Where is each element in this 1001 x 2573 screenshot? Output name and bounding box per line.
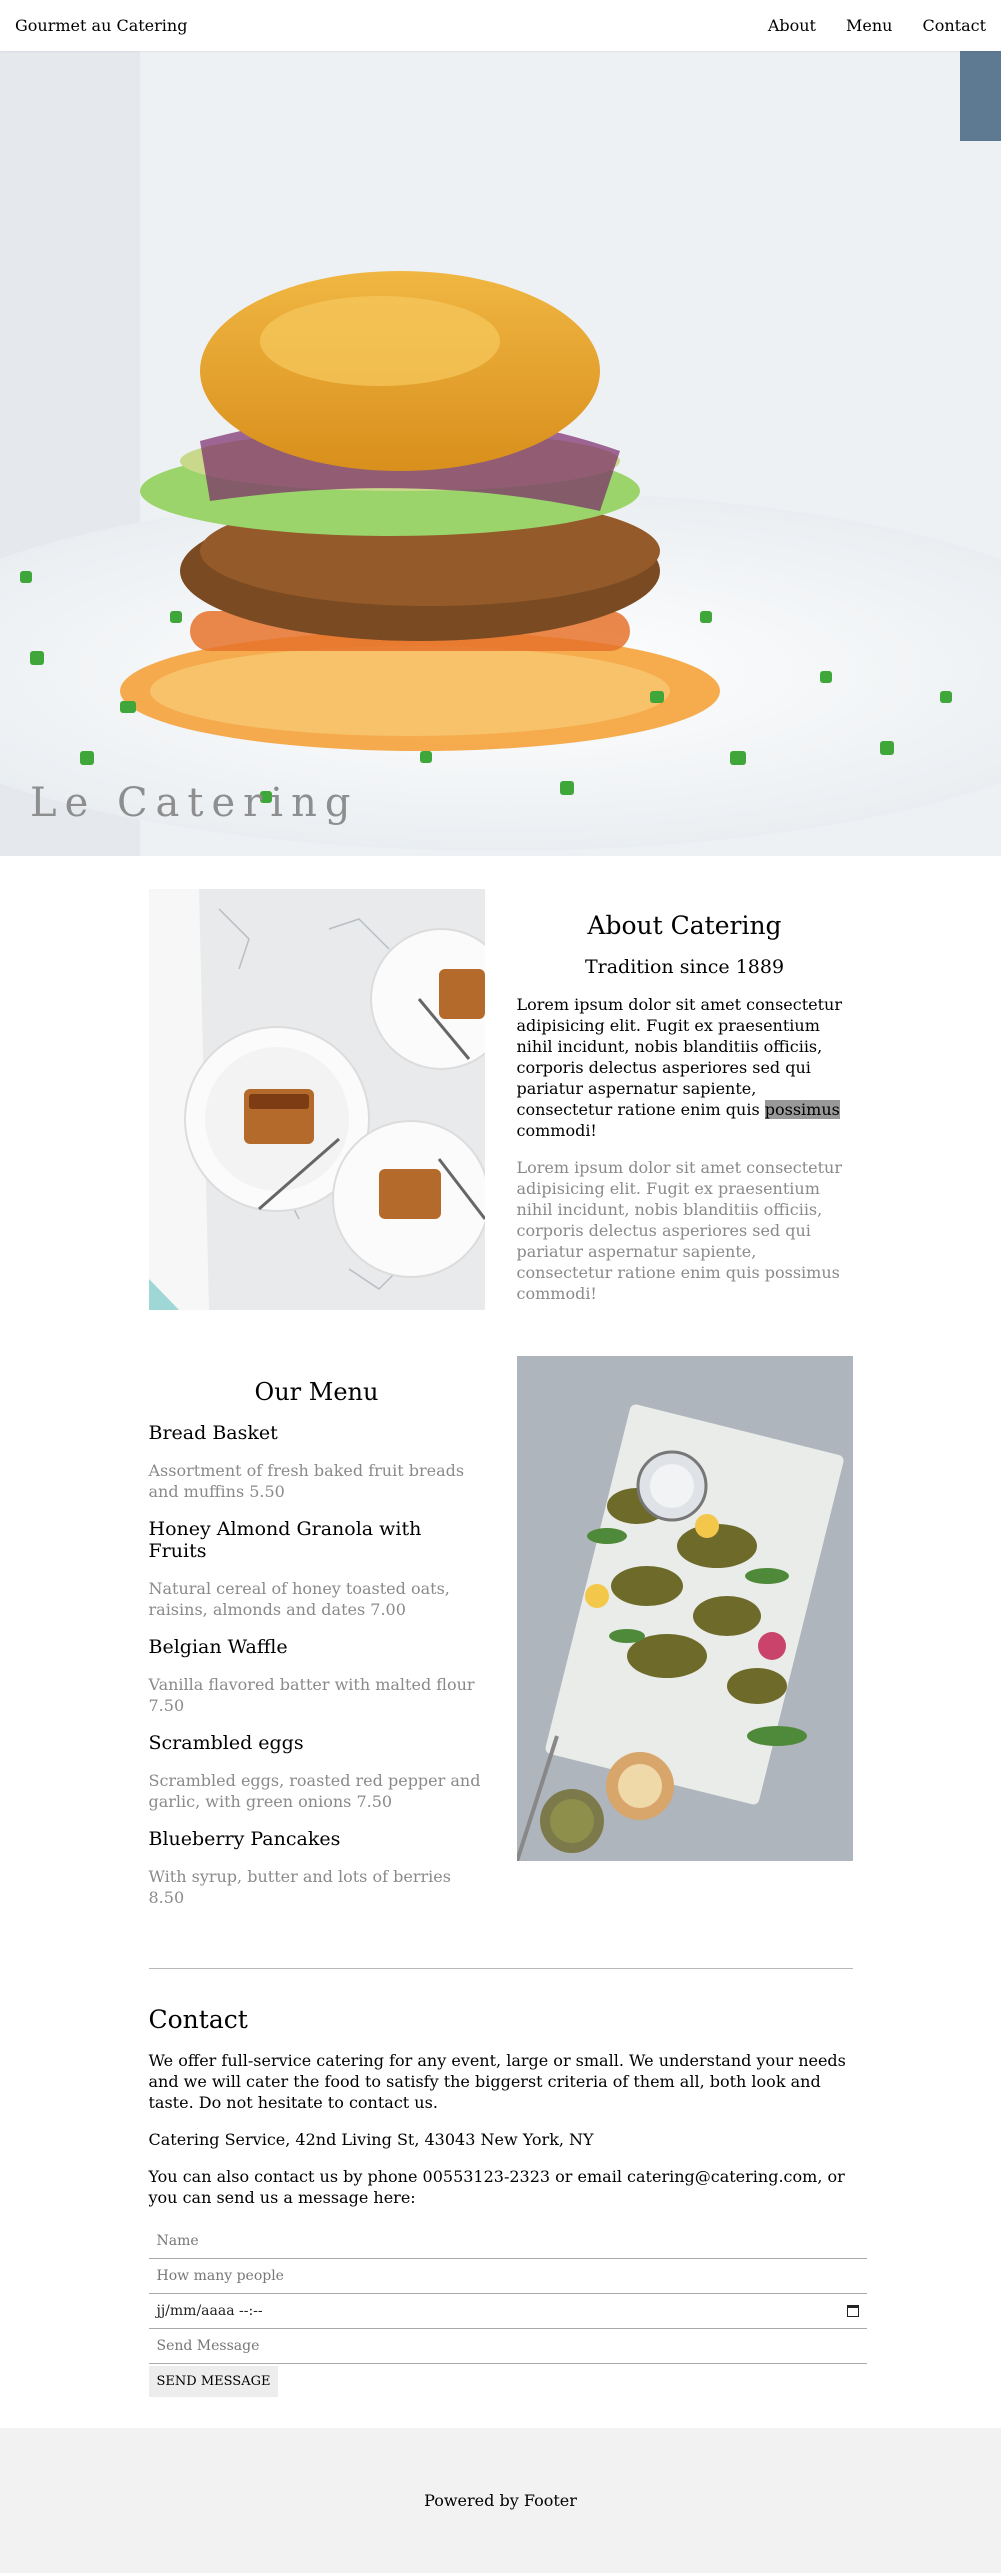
menu-list: Our Menu Bread Basket Assortment of fres… <box>149 1356 485 1924</box>
nav-menu[interactable]: Menu <box>846 16 892 35</box>
people-count-input[interactable]: How many people <box>148 2259 867 2294</box>
menu-item: Blueberry Pancakes With syrup, butter an… <box>149 1828 485 1908</box>
contact-phone-email: You can also contact us by phone 0055312… <box>148 2167 845 2207</box>
section-divider <box>148 1968 853 1969</box>
about-heading: About Catering <box>587 911 782 940</box>
hero-title: Le Catering <box>30 780 359 826</box>
tart-plates-image <box>148 889 485 1310</box>
contact-intro: We offer full-service catering for any e… <box>148 2051 846 2112</box>
fried-vegetables-image <box>516 1356 853 1861</box>
menu-item-name: Scrambled eggs <box>148 1732 304 1754</box>
hero-banner: Le Catering <box>0 51 1001 856</box>
top-navbar: Gourmet au Catering About Menu Contact <box>0 0 1001 51</box>
message-input[interactable]: Send Message <box>148 2329 867 2364</box>
menu-item-desc: Vanilla flavored batter with malted flou… <box>148 1675 475 1715</box>
contact-address: Catering Service, 42nd Living St, 43043 … <box>148 2130 594 2149</box>
send-message-button[interactable]: SEND MESSAGE <box>148 2366 279 2397</box>
contact-form: Name How many people jj/mm/aaaa --:-- Se… <box>148 2224 867 2397</box>
about-subheading: Tradition since 1889 <box>584 956 785 978</box>
menu-item: Honey Almond Granola with Fruits Natural… <box>149 1518 485 1620</box>
nav-links: About Menu Contact <box>768 16 986 35</box>
date-time-value: jj/mm/aaaa --:-- <box>156 2303 263 2319</box>
site-title[interactable]: Gourmet au Catering <box>15 16 187 35</box>
footer: Powered by Footer <box>0 2428 1001 2573</box>
calendar-icon[interactable] <box>846 2305 859 2317</box>
menu-item-name: Bread Basket <box>148 1422 278 1444</box>
menu-section: Our Menu Bread Basket Assortment of fres… <box>149 1356 853 1924</box>
nav-about[interactable]: About <box>768 16 816 35</box>
contact-section: Contact We offer full-service catering f… <box>148 2005 867 2397</box>
menu-item: Bread Basket Assortment of fresh baked f… <box>149 1422 485 1502</box>
menu-image <box>516 1356 853 1861</box>
about-paragraph-1: Lorem ipsum dolor sit amet consectetur a… <box>516 995 842 1140</box>
nav-contact[interactable]: Contact <box>922 16 986 35</box>
menu-item: Scrambled eggs Scrambled eggs, roasted r… <box>149 1732 485 1812</box>
menu-item-desc: Scrambled eggs, roasted red pepper and g… <box>148 1771 481 1811</box>
date-time-input[interactable]: jj/mm/aaaa --:-- <box>148 2294 867 2329</box>
about-image <box>148 889 485 1310</box>
highlighted-word: possimus <box>764 1100 840 1119</box>
menu-heading: Our Menu <box>254 1378 379 1406</box>
menu-item: Belgian Waffle Vanilla flavored batter w… <box>149 1636 485 1716</box>
menu-item-name: Blueberry Pancakes <box>148 1828 341 1850</box>
hero-burger-image <box>0 51 1001 856</box>
footer-text: Powered by Footer <box>424 2491 577 2510</box>
menu-item-desc: With syrup, butter and lots of berries 8… <box>148 1867 451 1907</box>
menu-item-name: Belgian Waffle <box>148 1636 288 1658</box>
about-section: About Catering Tradition since 1889 Lore… <box>148 889 853 1320</box>
about-paragraph-2: Lorem ipsum dolor sit amet consectetur a… <box>516 1158 842 1303</box>
menu-item-desc: Natural cereal of honey toasted oats, ra… <box>148 1579 450 1619</box>
contact-heading: Contact <box>148 2005 248 2034</box>
menu-item-desc: Assortment of fresh baked fruit breads a… <box>148 1461 465 1501</box>
main-content: About Catering Tradition since 1889 Lore… <box>148 889 867 2397</box>
name-input[interactable]: Name <box>148 2224 867 2259</box>
about-text-block: About Catering Tradition since 1889 Lore… <box>517 889 853 1320</box>
menu-item-name: Honey Almond Granola with Fruits <box>148 1518 422 1562</box>
